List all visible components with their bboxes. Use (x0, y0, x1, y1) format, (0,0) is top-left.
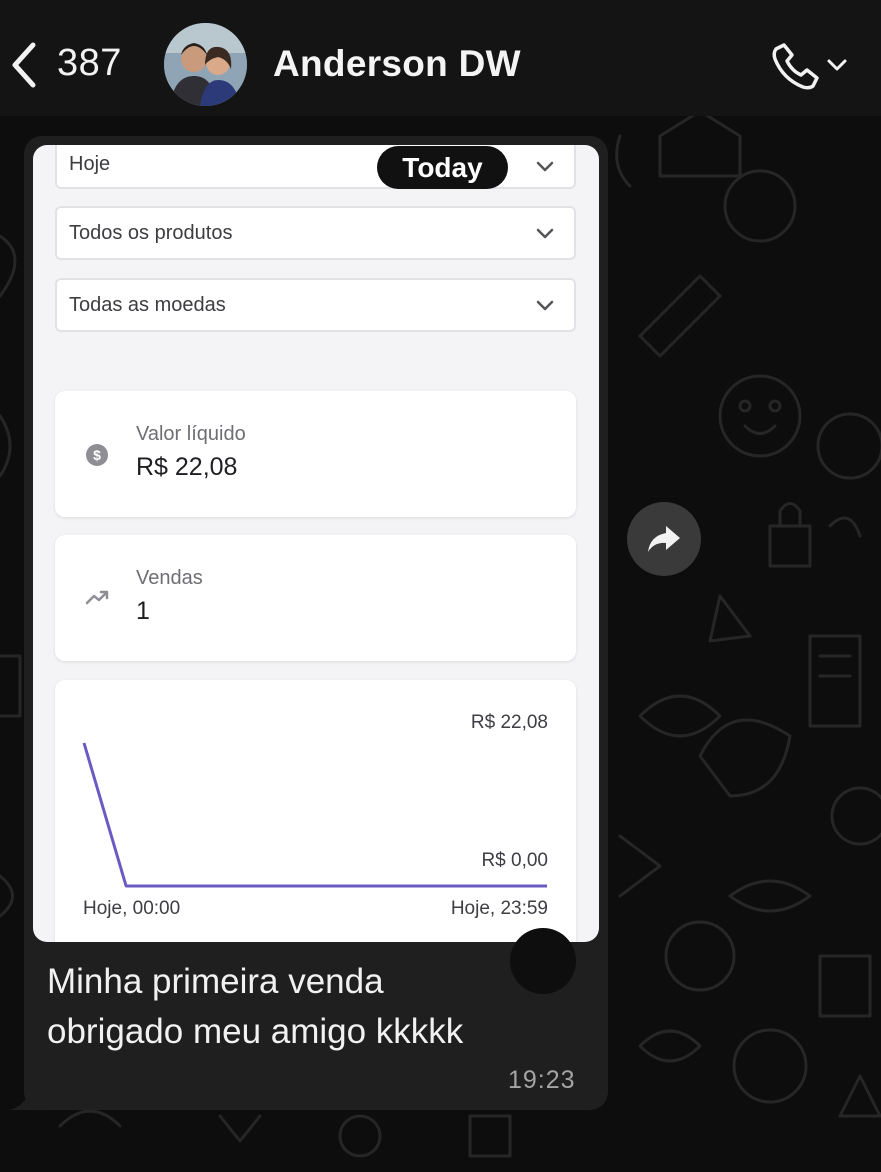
contact-avatar[interactable] (164, 23, 247, 106)
date-pill: Today (377, 146, 508, 189)
call-button[interactable] (770, 38, 856, 92)
chart-x-start-label: Hoje, 00:00 (83, 898, 181, 919)
chevron-down-icon (536, 161, 554, 172)
chart-y-max-label: R$ 22,08 (470, 712, 548, 733)
currency-select-label: Todas as moedas (69, 294, 226, 316)
svg-text:$: $ (93, 447, 101, 463)
chat-screen: 387 Anderson DW Hoje Todos os produtos T… (0, 0, 881, 1172)
message-time: 19:23 (508, 1066, 576, 1094)
chart-x-end-label: Hoje, 23:59 (450, 898, 548, 919)
chevron-down-icon (827, 59, 847, 71)
chevron-down-icon (536, 228, 554, 239)
sales-count: 1 (136, 597, 150, 625)
message-image[interactable]: Hoje Todos os produtos Todas as moedas $… (33, 145, 599, 942)
unread-count[interactable]: 387 (57, 42, 122, 85)
avatar-photo (164, 23, 247, 106)
net-value-amount: R$ 22,08 (136, 453, 238, 481)
contact-name[interactable]: Anderson DW (273, 43, 521, 85)
dollar-coin-icon: $ (86, 444, 108, 466)
sales-chart-card: R$ 22,08 R$ 0,00 Hoje, 00:00 Hoje, 23:59 (55, 680, 576, 942)
sales-label: Vendas (136, 567, 203, 589)
forward-icon (648, 526, 680, 552)
message-line-2: obrigado meu amigo kkkkk (47, 1012, 464, 1051)
back-button[interactable] (4, 36, 44, 94)
chevron-down-icon (536, 300, 554, 311)
chart-y-min-label: R$ 0,00 (481, 850, 548, 871)
message-line-1: Minha primeira venda (47, 962, 384, 1001)
chart-series-line (82, 742, 547, 888)
phone-icon (772, 43, 819, 90)
chat-header: 387 Anderson DW (0, 0, 881, 116)
forward-button[interactable] (627, 502, 701, 576)
net-value-card: $ Valor líquido R$ 22,08 (55, 391, 576, 517)
currency-select[interactable]: Todas as moedas (55, 278, 576, 332)
sales-card: Vendas 1 (55, 535, 576, 661)
message-text: Minha primeira venda obrigado meu amigo … (47, 957, 587, 1057)
product-select-label: Todos os produtos (69, 222, 233, 244)
period-select-label: Hoje (69, 153, 111, 175)
net-value-label: Valor líquido (136, 423, 246, 445)
trending-up-icon (85, 590, 109, 605)
chevron-left-icon (12, 42, 36, 88)
product-select[interactable]: Todos os produtos (55, 206, 576, 260)
